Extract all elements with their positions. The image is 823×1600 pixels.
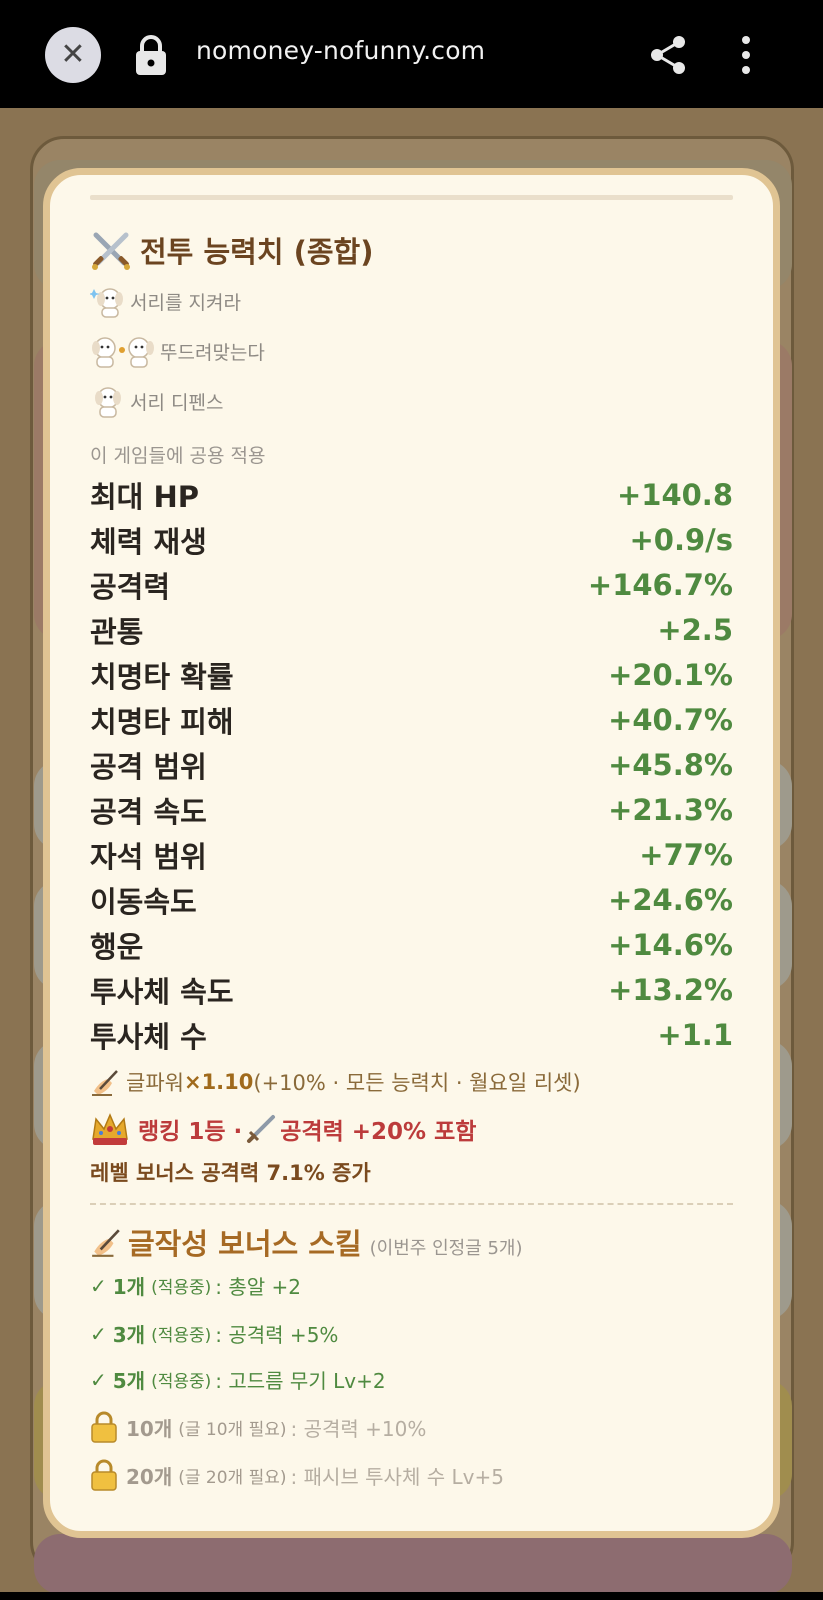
stat-value: +77% — [639, 838, 733, 872]
crossed-swords-icon — [92, 232, 130, 270]
stat-value: +14.6% — [608, 928, 733, 962]
stat-label: 이동속도 — [90, 885, 197, 919]
stat-row: 공격 범위 +45.8% — [90, 745, 733, 785]
browser-toolbar: ✕ nomoney-nofunny.com — [0, 0, 823, 108]
stat-row: 투사체 수 +1.1 — [90, 1015, 733, 1055]
stat-value: +40.7% — [608, 703, 733, 737]
check-icon: ✓ — [90, 1321, 107, 1346]
skill-item: ✓ 3개 (적용중) : 공격력 +5% — [90, 1321, 339, 1348]
lock-icon — [136, 35, 166, 75]
game-item: 뚜드려맞는다 — [90, 333, 265, 369]
two-dogs-icon — [92, 337, 154, 368]
stat-value: +24.6% — [608, 883, 733, 917]
skill-item-locked: 10개 (글 10개 필요) : 공격력 +10% — [90, 1411, 426, 1443]
stat-row: 투사체 속도 +13.2% — [90, 970, 733, 1010]
stat-value: +45.8% — [608, 748, 733, 782]
stat-row: 관통 +2.5 — [90, 610, 733, 650]
stat-value: +2.5 — [657, 613, 733, 647]
stat-value: +13.2% — [608, 973, 733, 1007]
stat-label: 행운 — [90, 930, 144, 964]
stat-label: 공격 범위 — [90, 750, 207, 784]
stat-value: +140.8 — [616, 478, 733, 512]
skill-item: ✓ 1개 (적용중) : 총알 +2 — [90, 1273, 302, 1300]
skill-header: 글작성 보너스 스킬 (이번주 인정글 5개) — [90, 1221, 523, 1263]
game-item: 서리 디펜스 — [90, 383, 223, 419]
stat-label: 공격력 — [90, 570, 171, 604]
skill-title: 글작성 보너스 스킬 — [128, 1227, 362, 1261]
stat-label: 관통 — [90, 615, 144, 649]
stat-label: 공격 속도 — [90, 795, 207, 829]
writing-hand-icon — [92, 1070, 118, 1096]
panel-title: 전투 능력치 (종합) — [90, 229, 373, 271]
stat-row: 최대 HP +140.8 — [90, 475, 733, 515]
stat-row: 자석 범위 +77% — [90, 835, 733, 875]
applies-note: 이 게임들에 공용 적용 — [90, 445, 266, 467]
stat-row: 체력 재생 +0.9/s — [90, 520, 733, 560]
stat-row: 공격 속도 +21.3% — [90, 790, 733, 830]
power-line: 글파워 ×1.10 (+10% · 모든 능력치 · 월요일 리셋) — [90, 1067, 581, 1097]
level-bonus: 레벨 보너스 공격력 7.1% 증가 — [90, 1161, 371, 1185]
dog-icon — [95, 387, 121, 418]
rank-line: 랭킹 1등 · 공격력 +20% 포함 — [90, 1111, 476, 1147]
url-display[interactable]: nomoney-nofunny.com — [196, 36, 485, 65]
check-icon: ✓ — [90, 1273, 107, 1298]
stat-label: 치명타 피해 — [90, 705, 234, 739]
stat-label: 투사체 수 — [90, 1020, 207, 1054]
stat-value: +146.7% — [587, 568, 733, 602]
stat-value: +21.3% — [608, 793, 733, 827]
divider — [90, 1203, 733, 1205]
stat-label: 최대 HP — [90, 480, 199, 514]
check-icon: ✓ — [90, 1367, 107, 1392]
stat-row: 공격력 +146.7% — [90, 565, 733, 605]
divider — [90, 195, 733, 200]
close-tab-button[interactable]: ✕ — [45, 27, 101, 83]
stat-row: 치명타 확률 +20.1% — [90, 655, 733, 695]
stat-label: 자석 범위 — [90, 840, 207, 874]
background-section — [34, 1534, 792, 1594]
game-item: 서리를 지켜라 — [90, 283, 241, 319]
stat-label: 체력 재생 — [90, 525, 207, 559]
stat-value: +0.9/s — [629, 523, 733, 557]
more-options-icon[interactable] — [740, 34, 752, 76]
stat-label: 치명타 확률 — [90, 660, 234, 694]
stat-row: 치명타 피해 +40.7% — [90, 700, 733, 740]
crown-icon — [92, 1113, 128, 1145]
stat-row: 이동속도 +24.6% — [90, 880, 733, 920]
stat-value: +1.1 — [657, 1018, 733, 1052]
stat-value: +20.1% — [608, 658, 733, 692]
skill-subtitle: (이번주 인정글 5개) — [369, 1238, 523, 1259]
stats-modal: 전투 능력치 (종합) 서리를 지켜라 뚜드려맞는다 서리 디펜스 이 게임들에… — [43, 168, 780, 1538]
lock-icon — [91, 1459, 117, 1491]
nav-bar — [0, 1592, 823, 1600]
skill-item-locked: 20개 (글 20개 필요) : 패시브 투사체 수 Lv+5 — [90, 1459, 504, 1491]
share-icon[interactable] — [648, 34, 688, 76]
skill-item: ✓ 5개 (적용중) : 고드름 무기 Lv+2 — [90, 1367, 386, 1394]
stat-label: 투사체 속도 — [90, 975, 234, 1009]
lock-icon — [91, 1411, 117, 1443]
dagger-icon — [247, 1115, 276, 1143]
dog-sparkle-icon — [90, 288, 123, 318]
writing-hand-icon — [92, 1229, 120, 1257]
close-icon: ✕ — [60, 37, 86, 72]
stat-row: 행운 +14.6% — [90, 925, 733, 965]
